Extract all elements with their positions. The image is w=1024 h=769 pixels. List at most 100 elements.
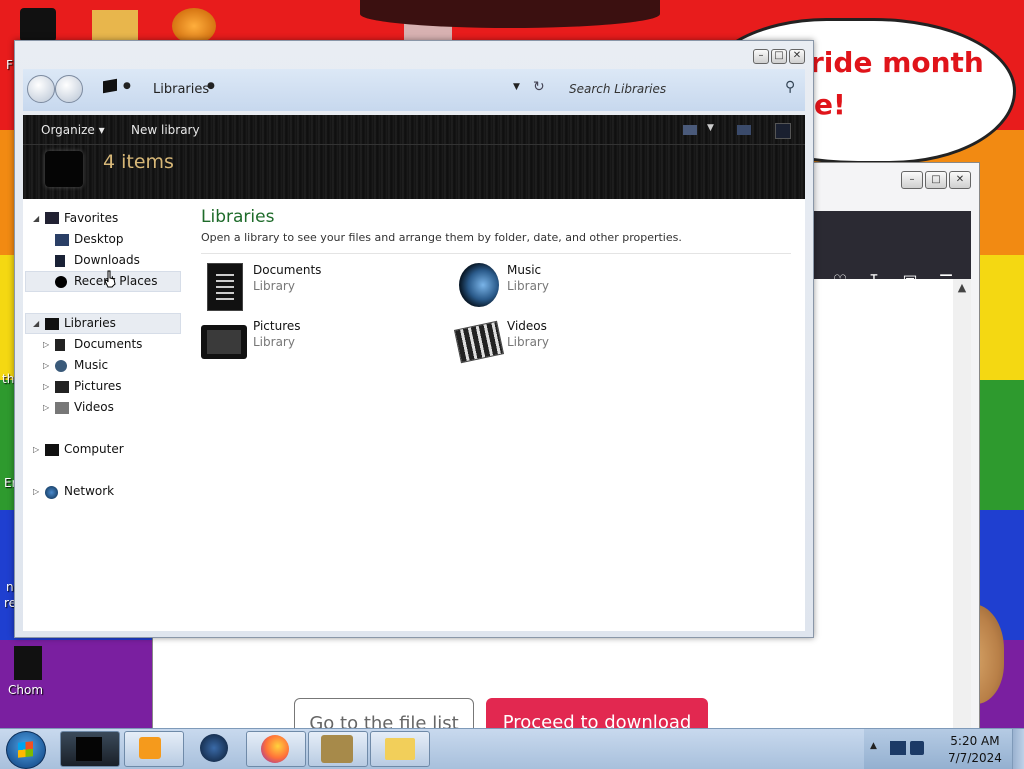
pictures-expand-icon[interactable]: ▷ [43, 382, 49, 391]
browser-scrollbar[interactable]: ▲ [953, 279, 971, 729]
library-music-name: Music [507, 263, 542, 277]
clock-time: 5:20 AM [950, 734, 1000, 748]
hand-cursor-icon [104, 270, 116, 288]
libraries-expand-icon[interactable]: ◢ [33, 319, 39, 328]
documents-icon [207, 263, 243, 311]
favorites-expand-icon[interactable]: ◢ [33, 214, 39, 223]
start-button[interactable] [6, 731, 46, 769]
explorer-close-button[interactable]: ✕ [789, 49, 805, 64]
nav-documents[interactable]: Documents [74, 337, 142, 351]
scroll-up-arrow-icon[interactable]: ▲ [953, 279, 971, 294]
command-bar-divider [23, 144, 805, 145]
videos-expand-icon[interactable]: ▷ [43, 403, 49, 412]
sandbox-icon [321, 735, 353, 763]
desktop-top-icon-1[interactable] [20, 8, 56, 42]
taskbar-media-player-button[interactable] [124, 731, 184, 767]
nav-libraries[interactable]: Libraries [64, 316, 116, 330]
pride-banner-line1: ride month [810, 46, 984, 79]
documents-nav-icon [55, 339, 65, 351]
view-options-icon[interactable] [683, 125, 697, 135]
address-bar: ● Libraries ● ▼ ↻ Search Libraries ⚲ [23, 69, 805, 111]
nav-videos[interactable]: Videos [74, 400, 114, 414]
taskbar-folder-button[interactable] [370, 731, 430, 767]
tray-expand-icon[interactable]: ▲ [870, 741, 877, 751]
explorer-task-icon [76, 737, 102, 761]
clock-date: 7/7/2024 [948, 751, 1002, 765]
desktop-edge-label-2: th [2, 372, 15, 386]
taskbar-sandbox-button[interactable] [308, 731, 368, 767]
pride-banner-line2: e! [814, 88, 846, 121]
music-expand-icon[interactable]: ▷ [43, 361, 49, 370]
library-documents-kind: Library [253, 279, 295, 293]
desktop-icon [55, 234, 69, 246]
desktop-top-icon-3[interactable] [172, 8, 216, 44]
network-expand-icon[interactable]: ▷ [33, 487, 39, 496]
content-pane: ◢ Favorites Desktop Downloads Recent Pla… [23, 199, 805, 631]
explorer-maximize-button[interactable]: □ [771, 49, 787, 64]
taskbar-firefox-button[interactable] [246, 731, 306, 767]
library-videos-kind: Library [507, 335, 549, 349]
desktop-edge-label-4: n [6, 580, 14, 594]
organize-button[interactable]: Organize ▾ [41, 123, 105, 137]
explorer-window[interactable]: – □ ✕ ● Libraries ● ▼ ↻ Search Libraries… [14, 40, 814, 638]
computer-expand-icon[interactable]: ▷ [33, 445, 39, 454]
browser-maximize-button[interactable]: □ [925, 171, 947, 189]
explorer-window-controls: – □ ✕ [753, 49, 805, 64]
command-bar: Organize ▾ New library ▼ 4 items [23, 115, 805, 199]
nav-pictures[interactable]: Pictures [74, 379, 122, 393]
forward-button[interactable] [55, 75, 83, 103]
nav-downloads[interactable]: Downloads [74, 253, 140, 267]
chrome-shortcut-icon[interactable] [14, 646, 42, 680]
documents-expand-icon[interactable]: ▷ [43, 340, 49, 349]
search-input[interactable]: Search Libraries [569, 82, 666, 96]
library-pictures[interactable]: Pictures Library [201, 317, 401, 367]
library-pictures-kind: Library [253, 335, 295, 349]
breadcrumb-chevron-2-icon[interactable]: ● [207, 81, 215, 91]
clock[interactable]: 5:20 AM 7/7/2024 [948, 733, 1002, 767]
videos-icon [453, 320, 505, 364]
desktop-edge-label-1: F [6, 58, 13, 72]
firefox-icon [261, 735, 289, 763]
breadcrumb-root-icon[interactable] [103, 78, 117, 94]
computer-icon [45, 444, 59, 456]
music-nav-icon [55, 360, 67, 372]
pictures-nav-icon [55, 381, 69, 393]
pride-banner: ride month e! [810, 42, 984, 126]
library-pictures-name: Pictures [253, 319, 301, 333]
items-count: 4 items [103, 151, 174, 173]
chrome-shortcut-label[interactable]: Chom [8, 683, 43, 697]
breadcrumb-chevron-icon[interactable]: ● [123, 81, 131, 91]
volume-tray-icon[interactable] [910, 741, 924, 755]
breadcrumb-libraries[interactable]: Libraries [153, 82, 209, 97]
network-tray-icon[interactable] [890, 741, 906, 755]
show-desktop-button[interactable] [1012, 729, 1024, 769]
back-button[interactable] [27, 75, 55, 103]
library-music[interactable]: Music Library [455, 261, 655, 311]
preview-pane-icon[interactable] [737, 125, 751, 135]
nav-network[interactable]: Network [64, 484, 114, 498]
new-library-button[interactable]: New library [131, 123, 200, 137]
desktop-top-icon-2[interactable] [92, 10, 138, 40]
nav-computer[interactable]: Computer [64, 442, 124, 456]
libraries-icon [45, 318, 59, 330]
page-title: Libraries [201, 207, 275, 227]
address-dropdown-icon[interactable]: ▼ [513, 82, 520, 92]
media-player-icon [139, 737, 161, 759]
explorer-minimize-button[interactable]: – [753, 49, 769, 64]
nav-favorites[interactable]: Favorites [64, 211, 118, 225]
refresh-icon[interactable]: ↻ [533, 79, 545, 95]
help-icon[interactable] [775, 123, 791, 139]
browser-close-button[interactable]: ✕ [949, 171, 971, 189]
library-documents[interactable]: Documents Library [201, 261, 401, 311]
taskbar-globe-button[interactable] [186, 731, 244, 765]
browser-minimize-button[interactable]: – [901, 171, 923, 189]
navigation-pane: ◢ Favorites Desktop Downloads Recent Pla… [23, 199, 183, 631]
nav-desktop[interactable]: Desktop [74, 232, 124, 246]
nav-music[interactable]: Music [74, 358, 108, 372]
taskbar-explorer-button[interactable] [60, 731, 120, 767]
taskbar: ▲ 5:20 AM 7/7/2024 [0, 728, 1024, 769]
library-videos[interactable]: Videos Library [453, 317, 655, 367]
view-dropdown-icon[interactable]: ▼ [707, 123, 714, 133]
search-icon[interactable]: ⚲ [785, 79, 795, 95]
organize-label: Organize [41, 123, 95, 137]
